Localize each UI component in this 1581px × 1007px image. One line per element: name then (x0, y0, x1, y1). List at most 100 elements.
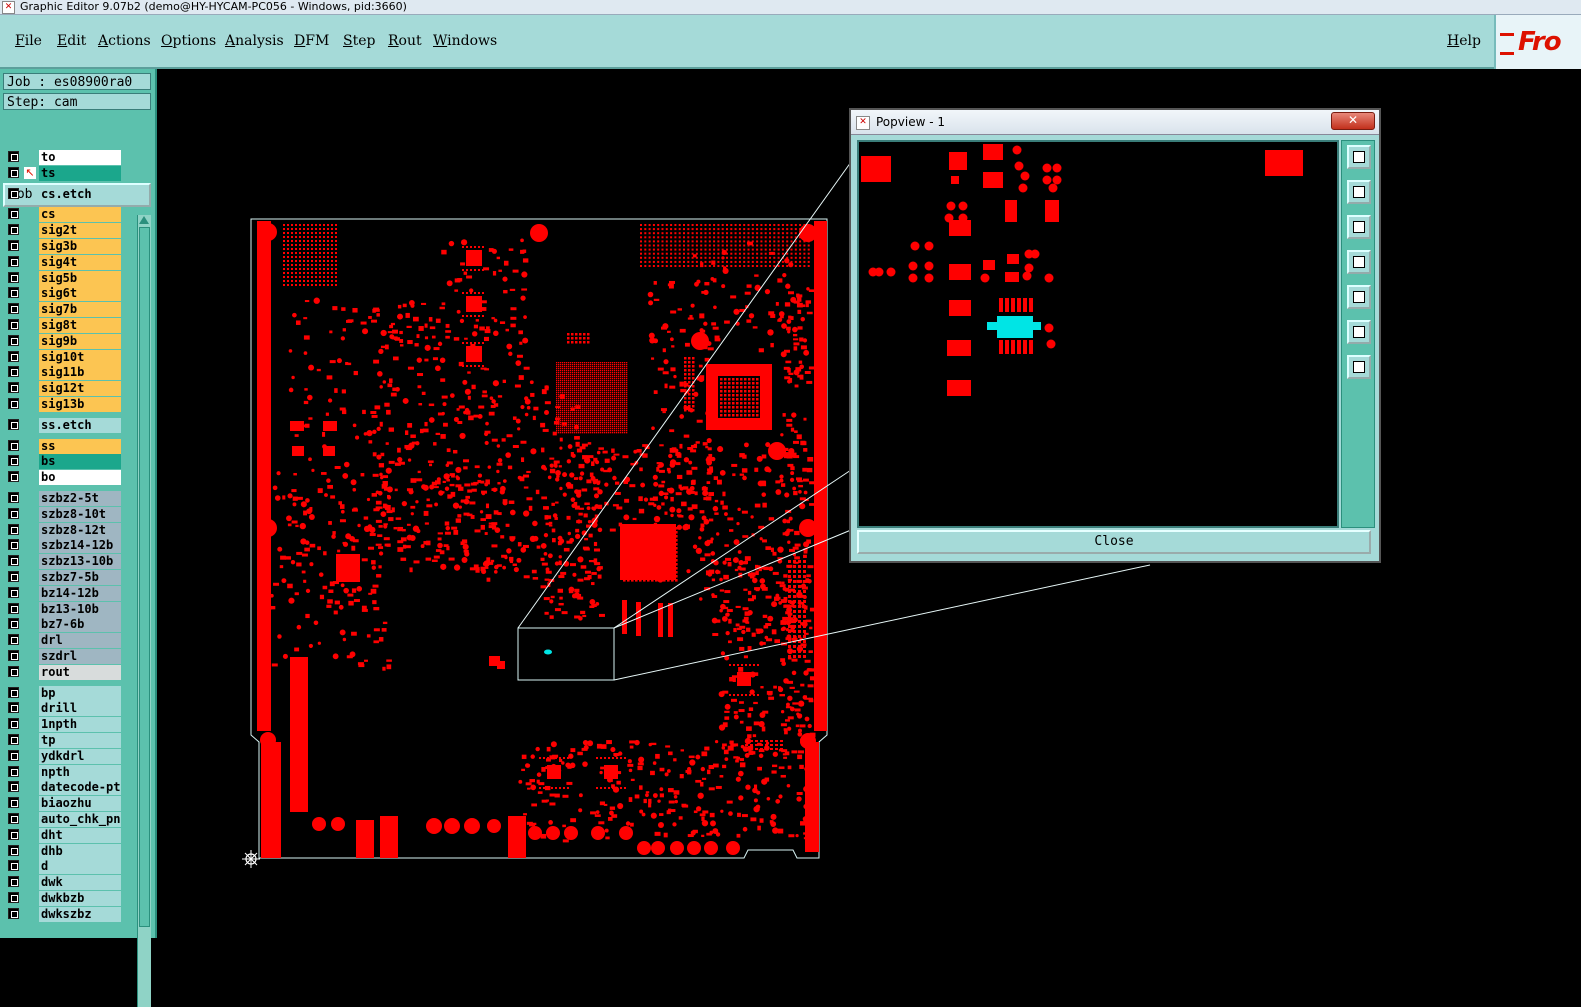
layer-row-npth[interactable]: npth (6, 764, 125, 780)
layer-row-d[interactable]: d (6, 859, 125, 875)
layer-row-szbz8-12t[interactable]: szbz8-12t (6, 522, 125, 538)
layer-row-dht[interactable]: dht (6, 827, 125, 843)
layer-checkbox[interactable] (8, 907, 19, 919)
layer-checkbox[interactable] (8, 844, 19, 856)
layer-checkbox[interactable] (8, 702, 19, 714)
layer-row-dwkszbz[interactable]: dwkszbz (6, 906, 125, 922)
layer-checkbox[interactable] (8, 797, 19, 809)
menu-analysis[interactable]: Analysis (225, 33, 284, 49)
layer-checkbox[interactable] (8, 271, 19, 283)
layer-row-bp[interactable]: bp (6, 685, 125, 701)
layer-row-tp[interactable]: tp (6, 733, 125, 748)
layer-checkbox[interactable] (8, 366, 19, 378)
layer-row-drl[interactable]: drl (6, 633, 125, 649)
layer-row-bz14-12b[interactable]: bz14-12b (6, 585, 125, 601)
layer-row-sig13b[interactable]: sig13b (6, 397, 125, 412)
layer-row-rout[interactable]: rout (6, 664, 125, 680)
layer-checkbox[interactable] (8, 618, 19, 630)
layer-checkbox[interactable] (8, 303, 19, 315)
menu-options[interactable]: Options (161, 33, 216, 49)
layer-row-cs[interactable]: cs (6, 207, 125, 223)
layer-checkbox[interactable] (8, 602, 19, 614)
layer-checkbox[interactable] (8, 319, 19, 330)
layer-checkbox[interactable] (8, 586, 19, 598)
layer-row-datecode-pte[interactable]: datecode-pte (6, 780, 125, 796)
layer-checkbox[interactable] (8, 523, 19, 535)
layer-checkbox[interactable] (8, 876, 19, 888)
layer-row-biaozhu[interactable]: biaozhu (6, 796, 125, 812)
menu-windows[interactable]: Windows (433, 33, 497, 49)
layer-checkbox[interactable] (8, 765, 19, 777)
scroll-thumb[interactable] (139, 227, 150, 927)
menu-file[interactable]: File (15, 33, 42, 49)
layer-checkbox[interactable] (8, 539, 19, 551)
layer-checkbox[interactable] (8, 507, 19, 519)
layer-row-sig11b[interactable]: sig11b (6, 365, 125, 381)
layer-checkbox[interactable] (8, 718, 19, 730)
layer-row-sig7b[interactable]: sig7b (6, 302, 125, 318)
layer-row-dwkbzb[interactable]: dwkbzb (6, 891, 125, 906)
layer-checkbox[interactable] (8, 208, 19, 220)
layer-row-dwk[interactable]: dwk (6, 875, 125, 891)
layer-checkbox[interactable] (8, 892, 19, 903)
layer-checkbox[interactable] (8, 240, 19, 251)
menu-rout[interactable]: Rout (388, 33, 422, 49)
layer-row-bz13-10b[interactable]: bz13-10b (6, 601, 125, 617)
layer-row-sig9b[interactable]: sig9b (6, 333, 125, 349)
layer-row-sig3b[interactable]: sig3b (6, 239, 125, 254)
layer-list-scrollbar[interactable] (137, 215, 151, 1007)
layer-checkbox[interactable] (8, 749, 19, 761)
layer-row-sig6t[interactable]: sig6t (6, 286, 125, 302)
layer-checkbox[interactable] (8, 781, 19, 793)
layer-checkbox[interactable] (8, 471, 19, 483)
layer-row-bo[interactable]: bo (6, 470, 125, 486)
layer-checkbox[interactable] (8, 734, 19, 745)
layer-checkbox[interactable] (8, 686, 19, 698)
layer-row-ydkdrl[interactable]: ydkdrl (6, 748, 125, 764)
layer-row-szbz2-5t[interactable]: szbz2-5t (6, 491, 125, 506)
layer-row-ts[interactable]: ↖ ts (6, 165, 125, 181)
layer-row-sig4t[interactable]: sig4t (6, 254, 125, 270)
layer-row-szbz7-5b[interactable]: szbz7-5b (6, 570, 125, 585)
layer-row-sig10t[interactable]: sig10t (6, 349, 125, 365)
layer-checkbox[interactable] (8, 187, 19, 199)
menu-actions[interactable]: Actions (98, 33, 151, 49)
layer-row-to[interactable]: to (6, 150, 125, 165)
layer-checkbox[interactable] (8, 224, 19, 236)
scroll-up-icon[interactable] (139, 216, 149, 224)
layer-checkbox[interactable] (8, 665, 19, 677)
menu-help[interactable]: Help (1447, 33, 1481, 49)
layer-checkbox[interactable] (8, 634, 19, 646)
layer-row-cs-etch[interactable]: cs.etch (6, 186, 125, 202)
layer-row-drill[interactable]: drill (6, 701, 125, 717)
layer-checkbox[interactable] (8, 813, 19, 824)
layer-row-szdrl[interactable]: szdrl (6, 649, 125, 664)
layer-checkbox[interactable] (8, 492, 19, 503)
layer-checkbox[interactable] (8, 455, 19, 467)
menu-edit[interactable]: Edit (57, 33, 86, 49)
layer-checkbox[interactable] (8, 828, 19, 840)
layer-row-sig5b[interactable]: sig5b (6, 270, 125, 286)
layer-row-bz7-6b[interactable]: bz7-6b (6, 617, 125, 633)
layer-checkbox[interactable] (8, 166, 19, 178)
layer-row-1npth[interactable]: 1npth (6, 717, 125, 733)
layer-row-bs[interactable]: bs (6, 454, 125, 470)
layer-row-sig2t[interactable]: sig2t (6, 223, 125, 239)
menu-step[interactable]: Step (343, 33, 375, 49)
layer-row-sig8t[interactable]: sig8t (6, 318, 125, 333)
layer-checkbox[interactable] (8, 151, 19, 162)
layer-checkbox[interactable] (8, 439, 19, 451)
layer-row-ss-etch[interactable]: ss.etch (6, 417, 125, 433)
layer-row-sig12t[interactable]: sig12t (6, 381, 125, 397)
layer-row-szbz8-10t[interactable]: szbz8-10t (6, 506, 125, 522)
layer-row-ss[interactable]: ss (6, 438, 125, 454)
layer-row-dhb[interactable]: dhb (6, 843, 125, 859)
layer-row-auto-chk-pn1[interactable]: auto_chk_pn1 (6, 812, 125, 827)
layer-checkbox[interactable] (8, 382, 19, 394)
layer-checkbox[interactable] (8, 350, 19, 362)
layer-checkbox[interactable] (8, 555, 19, 567)
layer-checkbox[interactable] (8, 650, 19, 661)
layer-checkbox[interactable] (8, 571, 19, 582)
layer-checkbox[interactable] (8, 418, 19, 430)
layer-row-szbz13-10b[interactable]: szbz13-10b (6, 554, 125, 570)
